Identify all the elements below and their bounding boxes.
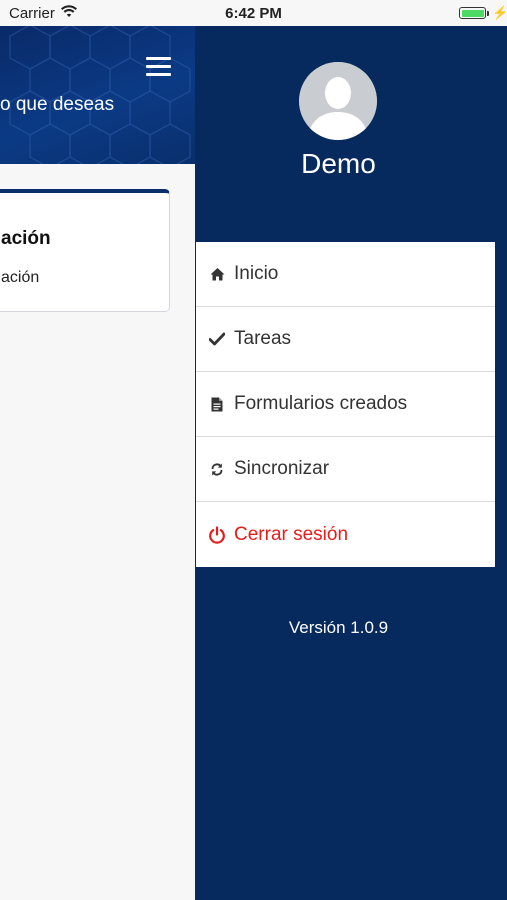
user-avatar-icon (299, 62, 377, 140)
check-icon (208, 330, 226, 348)
hero-banner: o que deseas (0, 26, 195, 164)
drawer-menu: Inicio Tareas Formularios creados Sincro… (196, 242, 495, 567)
menu-item-cerrar-sesion[interactable]: Cerrar sesión (196, 502, 495, 567)
hero-text: o que deseas (0, 94, 115, 115)
card-subtitle: ación (1, 269, 40, 286)
user-name: Demo (301, 148, 376, 179)
menu-item-tareas[interactable]: Tareas (196, 307, 495, 372)
menu-item-formularios[interactable]: Formularios creados (196, 372, 495, 437)
document-icon (208, 395, 226, 413)
menu-label-sincronizar: Sincronizar (234, 458, 330, 479)
card-title: ación (1, 228, 51, 249)
menu-item-sincronizar[interactable]: Sincronizar (196, 437, 495, 502)
charging-icon: ⚡ (492, 5, 507, 20)
status-bar: Carrier 6:42 PM ⚡ (0, 0, 507, 26)
status-time: 6:42 PM (225, 5, 282, 22)
battery-tip (487, 11, 489, 16)
sync-icon (208, 460, 226, 478)
menu-label-tareas: Tareas (234, 328, 292, 349)
menu-item-inicio[interactable]: Inicio (196, 242, 495, 307)
power-icon (208, 525, 226, 544)
battery-icon (459, 7, 486, 19)
menu-toggle-icon[interactable] (146, 57, 171, 76)
main-screen: o que deseas ación ación (0, 26, 195, 900)
menu-label-inicio: Inicio (234, 263, 279, 284)
menu-label-formularios: Formularios creados (234, 393, 408, 414)
option-card[interactable]: ación ación (0, 189, 170, 312)
home-icon (208, 265, 226, 283)
app-version: Versión 1.0.9 (288, 618, 389, 637)
side-drawer: Demo Inicio Tareas Formularios creados S… (195, 26, 507, 900)
menu-label-cerrar-sesion: Cerrar sesión (234, 523, 349, 545)
